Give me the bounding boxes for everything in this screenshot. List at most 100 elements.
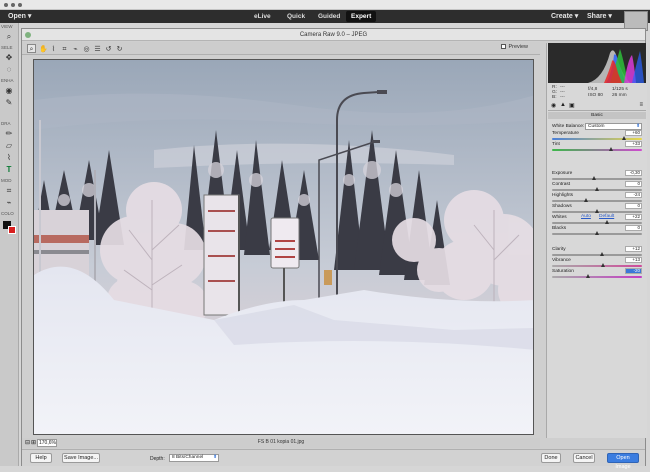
slider-track[interactable] [552, 231, 642, 235]
slider-knob[interactable] [586, 274, 590, 278]
zoom-window-icon[interactable] [18, 3, 22, 7]
red-eye-icon[interactable]: ◎ [82, 44, 91, 53]
pixel-readout: R: G: B: --- --- --- f/4,8 1/125 s ISO 8… [548, 84, 646, 101]
checkbox-icon [501, 44, 507, 50]
zoom-tool-icon[interactable]: ⌕ [4, 32, 14, 42]
slider-knob[interactable] [595, 187, 599, 191]
straighten-icon[interactable]: ⌁ [71, 44, 80, 53]
eye-tool-icon[interactable]: ◉ [4, 86, 14, 96]
slider-track[interactable] [552, 147, 642, 151]
dropper-tool-icon[interactable]: ⌇ [4, 153, 14, 163]
white-balance-value: Custom [588, 124, 605, 129]
depth-select[interactable]: 8 Bits/Channel ⬍ [169, 454, 219, 462]
cancel-button[interactable]: Cancel [573, 453, 595, 463]
detail-tab-icon[interactable]: ▲ [560, 102, 566, 108]
close-window-icon[interactable] [4, 3, 8, 7]
help-button[interactable]: Help [30, 453, 52, 463]
slider-label: Blacks [552, 226, 567, 231]
open-image-button[interactable]: Open Image [607, 453, 639, 470]
slider-value-field[interactable]: -24 [625, 192, 642, 198]
tool-section-label: MOD [1, 178, 12, 183]
slider-track[interactable] [552, 274, 642, 278]
slider-knob[interactable] [604, 220, 609, 224]
camera-calibration-tab-icon[interactable]: ▣ [569, 102, 575, 109]
histogram-graph [588, 49, 644, 83]
slider-label: Saturation [552, 269, 574, 274]
slider-track[interactable] [552, 263, 642, 267]
slider-knob[interactable] [601, 263, 606, 267]
tools-panel: VIEW ⌕ SELE ✥ ◌ ENHA ◉ ✎ DRA ✏ ▱ ⌇ T MOD… [0, 23, 19, 466]
depth-value: 8 Bits/Channel [172, 455, 204, 460]
share-menu[interactable]: Share ▾ [587, 12, 612, 20]
background-color-swatch[interactable] [8, 226, 16, 234]
auto-link[interactable]: Auto [581, 214, 591, 219]
preferences-icon[interactable]: ☰ [93, 44, 102, 53]
tab-elive[interactable]: eLive [249, 11, 276, 22]
tool-section-label: VIEW [1, 24, 13, 29]
tool-section-label: ENHA [1, 78, 14, 83]
filename-label: FS B 01 kopia 01.jpg [257, 439, 305, 445]
slider-value-field[interactable]: +33 [625, 141, 642, 147]
pencil-tool-icon[interactable]: ✏ [4, 129, 14, 139]
slider-value-field[interactable]: 0 [625, 181, 642, 187]
default-link[interactable]: Default [599, 214, 614, 219]
slider-knob[interactable] [584, 198, 589, 202]
basic-tab-icon[interactable]: ◉ [551, 102, 556, 109]
focal-length-value: 26 mm [612, 93, 627, 98]
slider-value-field[interactable]: +22 [625, 214, 642, 220]
slider-track[interactable] [552, 176, 642, 180]
slider-track[interactable] [552, 136, 642, 140]
slider-track[interactable] [552, 187, 642, 191]
create-menu[interactable]: Create ▾ [551, 12, 578, 20]
done-button[interactable]: Done [541, 453, 561, 463]
slider-knob[interactable] [600, 252, 605, 256]
slider-track[interactable] [552, 252, 642, 256]
hand-icon[interactable]: ✋ [38, 44, 48, 53]
tool-section-label: DRA [1, 121, 11, 126]
save-image-button[interactable]: Save Image... [62, 453, 100, 463]
text-tool-icon[interactable]: T [4, 165, 14, 175]
slider-knob[interactable] [595, 209, 599, 213]
slider-value-field[interactable]: 0 [625, 203, 642, 209]
crop-tool-icon[interactable]: ⌗ [4, 186, 14, 196]
slider-knob[interactable] [592, 176, 597, 180]
preview-checkbox[interactable]: Preview [501, 44, 528, 50]
slider-value-field[interactable]: +60 [625, 130, 642, 136]
slider-track[interactable] [552, 198, 642, 202]
lasso-tool-icon[interactable]: ◌ [4, 65, 14, 75]
iso-value: ISO 80 [588, 93, 603, 98]
slider-knob[interactable] [595, 231, 599, 235]
slider-label: Exposure [552, 171, 573, 176]
slider-value-field[interactable]: +12 [625, 246, 642, 252]
slider-value-field[interactable]: 0 [625, 225, 642, 231]
eraser-tool-icon[interactable]: ▱ [4, 141, 14, 151]
tab-quick[interactable]: Quick [282, 11, 310, 22]
slider-track[interactable] [552, 220, 642, 224]
rotate-left-icon[interactable]: ↺ [104, 44, 113, 53]
minimize-window-icon[interactable] [11, 3, 15, 7]
slider-knob[interactable] [622, 136, 626, 140]
image-preview[interactable] [33, 59, 534, 435]
straighten-tool-icon[interactable]: ⌁ [4, 198, 14, 208]
tab-expert[interactable]: Expert [346, 11, 377, 22]
slider-value-field[interactable]: -20 [625, 268, 642, 274]
slider-knob[interactable] [609, 147, 614, 151]
slider-value-field[interactable]: -0,30 [625, 170, 642, 176]
crop-icon[interactable]: ⌗ [60, 44, 69, 53]
brush-tool-icon[interactable]: ✎ [4, 98, 14, 108]
open-menu[interactable]: Open ▾ [8, 12, 31, 20]
slider-track[interactable] [552, 209, 642, 213]
white-balance-icon[interactable]: ⌇ [49, 44, 58, 53]
move-tool-icon[interactable]: ✥ [4, 53, 14, 63]
slider-label: Tint [552, 142, 560, 147]
slider-label: Whites [552, 215, 567, 220]
slider-value-field[interactable]: +13 [625, 257, 642, 263]
tab-guided[interactable]: Guided [313, 11, 345, 22]
select-arrows-icon: ⬍ [635, 124, 640, 129]
dialog-close-icon[interactable] [25, 32, 31, 38]
zoom-icon[interactable]: ⌕ [27, 44, 36, 53]
white-balance-select[interactable]: Custom ⬍ [585, 123, 642, 130]
panel-menu-icon[interactable]: ≡ [639, 102, 643, 108]
dialog-toolbar: ⌕ ✋ ⌇ ⌗ ⌁ ◎ ☰ ↺ ↻ Preview [22, 42, 540, 55]
rotate-right-icon[interactable]: ↻ [115, 44, 124, 53]
